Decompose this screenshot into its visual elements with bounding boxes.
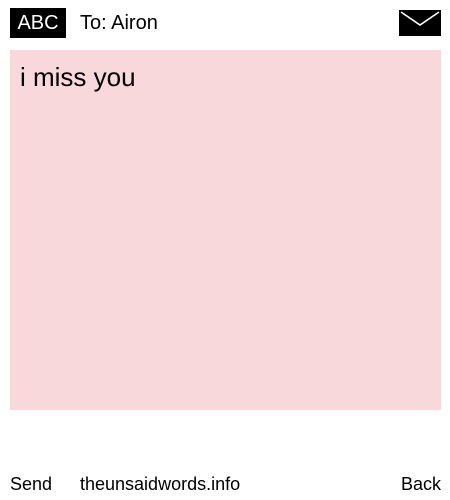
message-text-area[interactable]: i miss you <box>10 50 441 410</box>
site-link[interactable]: theunsaidwords.info <box>80 470 240 498</box>
recipient-label: To: Airon <box>80 12 158 34</box>
back-button[interactable]: Back <box>401 470 441 498</box>
footer-bar: Send theunsaidwords.info Back <box>0 470 450 498</box>
send-button[interactable]: Send <box>10 470 52 498</box>
envelope-icon[interactable] <box>399 10 441 36</box>
input-mode-badge[interactable]: ABC <box>10 8 66 38</box>
header-bar: ABC To: Airon <box>0 0 450 48</box>
